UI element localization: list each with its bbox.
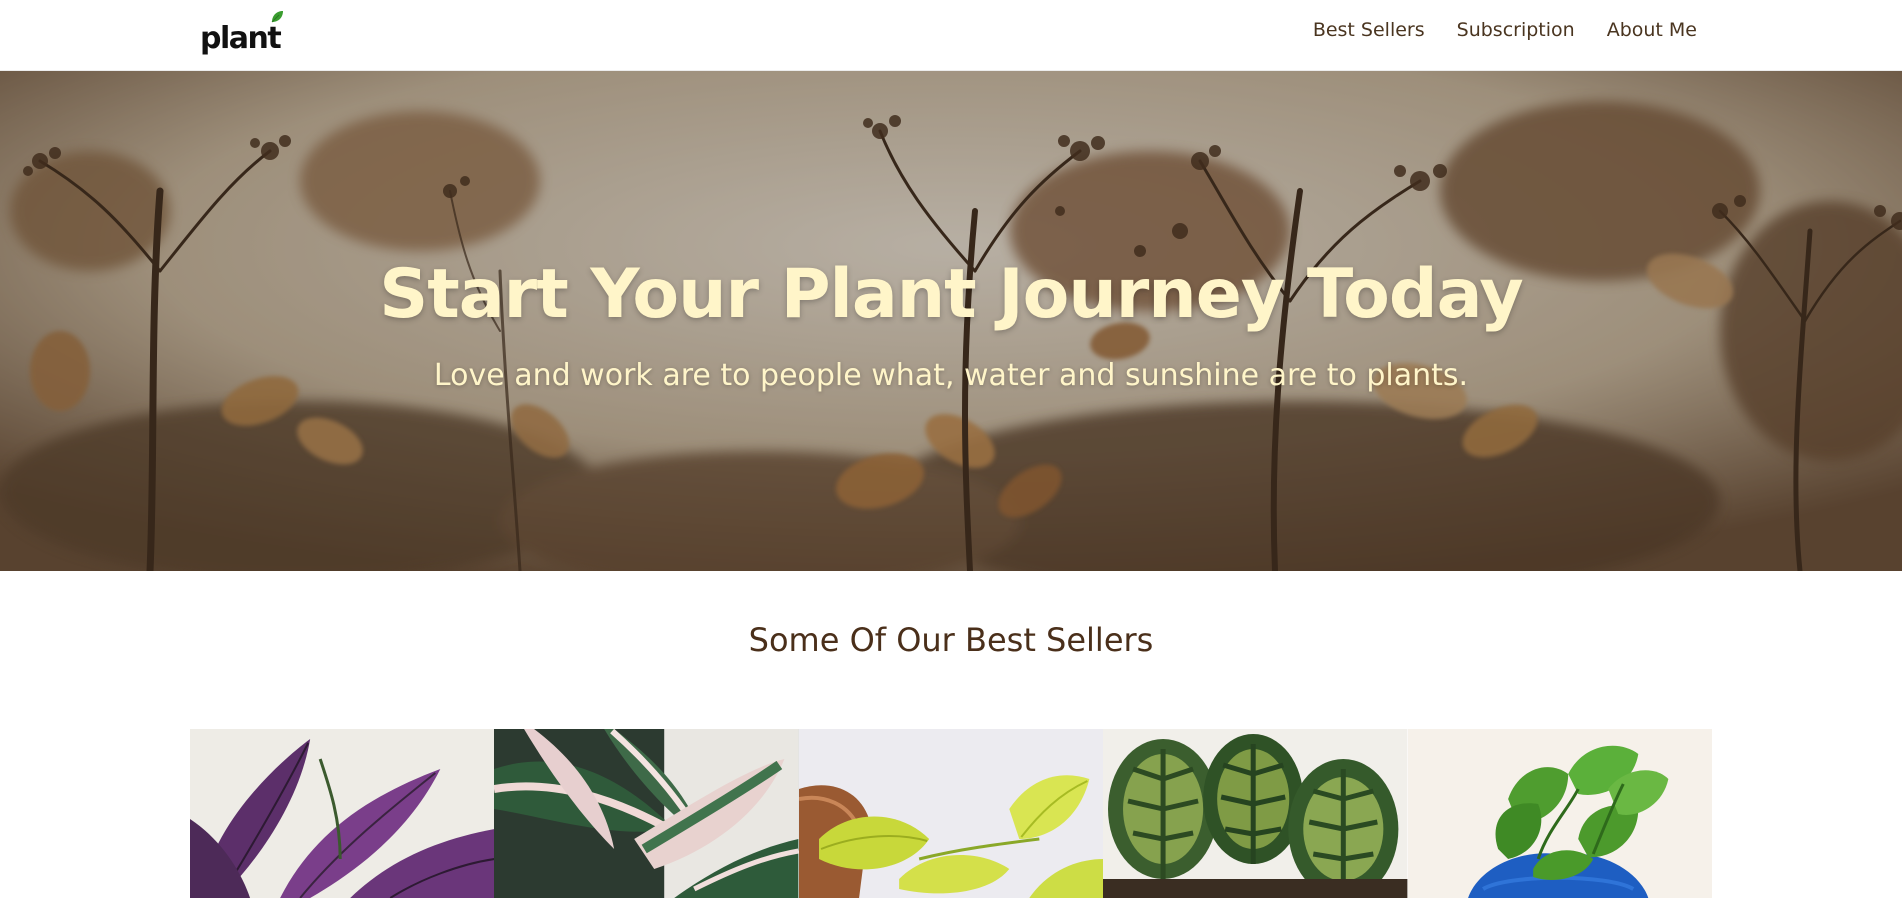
logo-text: plant — [200, 21, 282, 56]
nav-link-best-sellers[interactable]: Best Sellers — [1313, 16, 1425, 44]
calathea-makoyana-plant-image — [1103, 729, 1408, 898]
navbar: plant Best Sellers Subscription About Me — [0, 0, 1902, 71]
best-sellers-title: Some Of Our Best Sellers — [748, 621, 1154, 659]
nav-link-about-me[interactable]: About Me — [1607, 16, 1697, 44]
product-card[interactable] — [190, 729, 495, 898]
logo-link[interactable]: plant — [200, 10, 284, 56]
golden-pothos-plant-image — [1407, 729, 1712, 898]
persian-shield-plant-image — [190, 729, 495, 898]
hero-subtitle: Love and work are to people what, water … — [433, 358, 1469, 393]
nav-links: Best Sellers Subscription About Me — [1313, 16, 1697, 44]
nav-link-subscription[interactable]: Subscription — [1457, 16, 1575, 44]
product-card[interactable] — [1103, 729, 1408, 898]
leaf-icon — [271, 11, 284, 23]
neon-pothos-plant-image — [798, 729, 1104, 898]
hero-banner: Start Your Plant Journey Today Love and … — [0, 71, 1902, 571]
product-card[interactable] — [494, 729, 799, 898]
hero-title: Start Your Plant Journey Today — [379, 255, 1523, 334]
stromanthe-triostar-plant-image — [494, 729, 799, 898]
hero-content: Start Your Plant Journey Today Love and … — [0, 71, 1902, 571]
product-card[interactable] — [1407, 729, 1712, 898]
product-card[interactable] — [798, 729, 1104, 898]
best-sellers-gallery — [190, 729, 1712, 898]
